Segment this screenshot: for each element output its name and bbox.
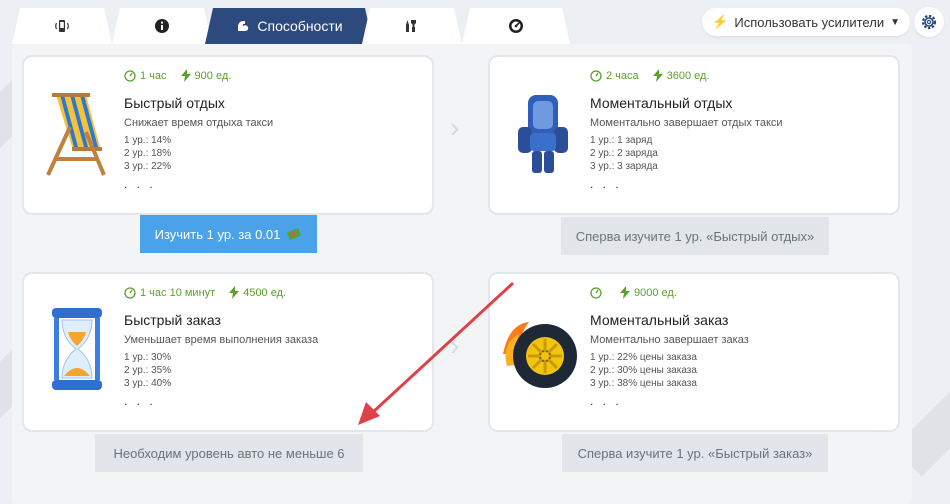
annotation-arrow xyxy=(358,282,514,425)
